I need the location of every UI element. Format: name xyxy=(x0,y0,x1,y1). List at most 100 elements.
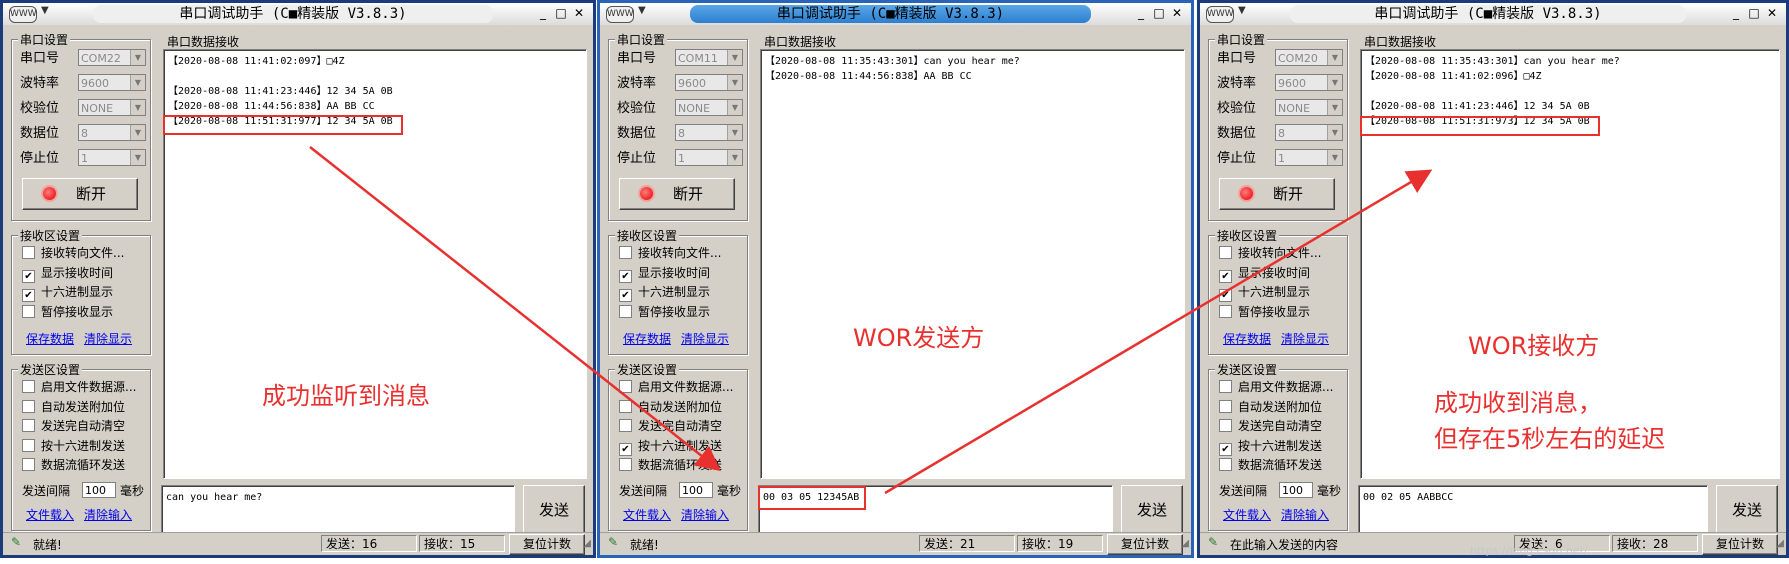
chevron-down-icon[interactable]: ▼ xyxy=(1327,50,1342,65)
send-option-checkbox[interactable]: ✔ 按十六进制发送 xyxy=(1219,437,1322,456)
setting-select[interactable]: 1 ▼ xyxy=(675,149,743,166)
checkbox-icon[interactable] xyxy=(619,246,632,259)
checkbox-icon[interactable] xyxy=(619,419,632,432)
chevron-down-icon[interactable]: ▼ xyxy=(130,50,145,65)
checkbox-icon[interactable] xyxy=(22,438,35,452)
checkbox-icon[interactable] xyxy=(22,419,35,432)
checkbox-icon[interactable] xyxy=(1219,419,1232,432)
checkbox-icon[interactable] xyxy=(619,304,632,318)
chevron-down-icon[interactable]: ▼ xyxy=(727,150,742,165)
clear-display-link[interactable]: 清除显示 xyxy=(1281,330,1329,347)
chevron-down-icon[interactable]: ▼ xyxy=(1238,5,1246,16)
send-option-checkbox[interactable]: 启用文件数据源... xyxy=(22,378,136,397)
app-icon[interactable]: WWW xyxy=(9,6,37,23)
setting-select[interactable]: 8 ▼ xyxy=(675,124,743,141)
send-option-checkbox[interactable]: 自动发送附加位 xyxy=(619,398,722,417)
receive-option-checkbox[interactable]: 暂停接收显示 xyxy=(1219,303,1310,322)
chevron-down-icon[interactable]: ▼ xyxy=(727,125,742,140)
setting-select[interactable]: NONE ▼ xyxy=(1275,99,1343,116)
setting-select[interactable]: 9600 ▼ xyxy=(1275,74,1343,91)
setting-select[interactable]: 8 ▼ xyxy=(78,124,146,141)
file-load-link[interactable]: 文件载入 xyxy=(1223,506,1271,523)
send-option-checkbox[interactable]: 数据流循环发送 xyxy=(1219,456,1322,475)
checkbox-icon[interactable] xyxy=(1219,304,1232,318)
setting-select[interactable]: 9600 ▼ xyxy=(78,74,146,91)
save-data-link[interactable]: 保存数据 xyxy=(623,330,671,347)
receive-option-checkbox[interactable]: ✔ 显示接收时间 xyxy=(1219,264,1310,283)
send-button[interactable]: 发送 xyxy=(523,485,585,535)
chevron-down-icon[interactable]: ▼ xyxy=(130,75,145,90)
reset-count-button[interactable]: 复位计数 xyxy=(1107,534,1183,555)
disconnect-button[interactable]: 断开 xyxy=(1219,178,1335,210)
send-option-checkbox[interactable]: 数据流循环发送 xyxy=(619,456,722,475)
checkbox-icon[interactable]: ✔ xyxy=(619,269,632,283)
checkbox-icon[interactable]: ✔ xyxy=(1219,442,1232,456)
receive-option-checkbox[interactable]: 接收转向文件... xyxy=(22,244,124,263)
minimize-icon[interactable]: _ xyxy=(1133,5,1149,21)
chevron-down-icon[interactable]: ▼ xyxy=(1327,125,1342,140)
send-option-checkbox[interactable]: 按十六进制发送 xyxy=(22,437,125,456)
minimize-icon[interactable]: _ xyxy=(1728,5,1744,21)
checkbox-icon[interactable] xyxy=(1219,246,1232,259)
send-option-checkbox[interactable]: 发送完自动清空 xyxy=(619,417,722,436)
send-input[interactable]: 00 02 05 AABBCC xyxy=(1358,485,1708,535)
title-bar[interactable]: WWW ▼ 串口调试助手 (C■精装版 V3.8.3) _ □ ✕ xyxy=(1200,3,1786,25)
receive-option-checkbox[interactable]: ✔ 十六进制显示 xyxy=(22,283,113,302)
title-bar[interactable]: WWW ▼ 串口调试助手 (C■精装版 V3.8.3) _ □ ✕ xyxy=(3,3,593,25)
app-icon[interactable]: WWW xyxy=(1206,6,1234,23)
resize-grip-icon[interactable]: ◢ xyxy=(1776,538,1784,549)
clear-input-link[interactable]: 清除输入 xyxy=(681,506,729,523)
maximize-icon[interactable]: □ xyxy=(553,5,569,21)
save-data-link[interactable]: 保存数据 xyxy=(1223,330,1271,347)
checkbox-icon[interactable]: ✔ xyxy=(22,289,35,302)
setting-select[interactable]: COM11 ▼ xyxy=(675,49,743,66)
title-bar[interactable]: WWW ▼ 串口调试助手 (C■精装版 V3.8.3) _ □ ✕ xyxy=(600,3,1191,25)
file-load-link[interactable]: 文件载入 xyxy=(26,506,74,523)
interval-input[interactable]: 100 xyxy=(1279,482,1313,498)
chevron-down-icon[interactable]: ▼ xyxy=(638,5,646,16)
checkbox-icon[interactable]: ✔ xyxy=(619,442,632,456)
checkbox-icon[interactable] xyxy=(619,458,632,471)
send-option-checkbox[interactable]: 启用文件数据源... xyxy=(619,378,733,397)
chevron-down-icon[interactable]: ▼ xyxy=(130,100,145,115)
chevron-down-icon[interactable]: ▼ xyxy=(1327,100,1342,115)
send-option-checkbox[interactable]: 发送完自动清空 xyxy=(22,417,125,436)
setting-select[interactable]: COM22 ▼ xyxy=(78,49,146,66)
minimize-icon[interactable]: _ xyxy=(535,5,551,21)
interval-input[interactable]: 100 xyxy=(82,482,116,498)
receive-option-checkbox[interactable]: ✔ 显示接收时间 xyxy=(619,264,710,283)
receive-option-checkbox[interactable]: 接收转向文件... xyxy=(1219,244,1321,263)
receive-option-checkbox[interactable]: ✔ 十六进制显示 xyxy=(619,283,710,302)
setting-select[interactable]: NONE ▼ xyxy=(78,99,146,116)
send-button[interactable]: 发送 xyxy=(1716,485,1778,535)
send-option-checkbox[interactable]: ✔ 按十六进制发送 xyxy=(619,437,722,456)
interval-input[interactable]: 100 xyxy=(679,482,713,498)
checkbox-icon[interactable] xyxy=(22,399,35,413)
chevron-down-icon[interactable]: ▼ xyxy=(130,150,145,165)
resize-grip-icon[interactable]: ◢ xyxy=(583,538,591,549)
close-icon[interactable]: ✕ xyxy=(1764,5,1780,21)
setting-select[interactable]: 9600 ▼ xyxy=(675,74,743,91)
checkbox-icon[interactable] xyxy=(1219,380,1232,393)
checkbox-icon[interactable]: ✔ xyxy=(619,289,632,302)
send-input[interactable]: can you hear me? xyxy=(161,485,515,535)
checkbox-icon[interactable]: ✔ xyxy=(22,269,35,283)
chevron-down-icon[interactable]: ▼ xyxy=(130,125,145,140)
setting-select[interactable]: NONE ▼ xyxy=(675,99,743,116)
chevron-down-icon[interactable]: ▼ xyxy=(727,50,742,65)
send-option-checkbox[interactable]: 发送完自动清空 xyxy=(1219,417,1322,436)
checkbox-icon[interactable] xyxy=(22,458,35,471)
checkbox-icon[interactable]: ✔ xyxy=(1219,269,1232,283)
checkbox-icon[interactable]: ✔ xyxy=(1219,289,1232,302)
setting-select[interactable]: 1 ▼ xyxy=(1275,149,1343,166)
close-icon[interactable]: ✕ xyxy=(1169,5,1185,21)
receive-option-checkbox[interactable]: 暂停接收显示 xyxy=(22,303,113,322)
receive-option-checkbox[interactable]: ✔ 十六进制显示 xyxy=(1219,283,1310,302)
file-load-link[interactable]: 文件载入 xyxy=(623,506,671,523)
chevron-down-icon[interactable]: ▼ xyxy=(41,5,49,16)
clear-input-link[interactable]: 清除输入 xyxy=(1281,506,1329,523)
checkbox-icon[interactable] xyxy=(619,399,632,413)
disconnect-button[interactable]: 断开 xyxy=(22,178,138,210)
send-button[interactable]: 发送 xyxy=(1121,485,1183,535)
checkbox-icon[interactable] xyxy=(1219,458,1232,471)
